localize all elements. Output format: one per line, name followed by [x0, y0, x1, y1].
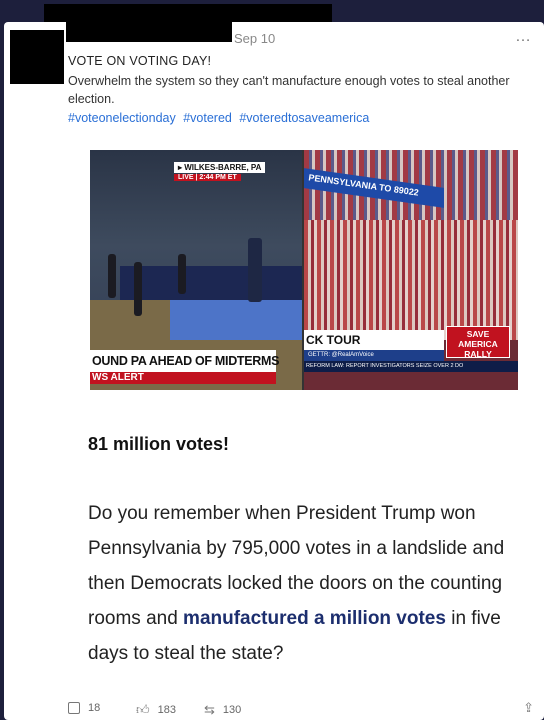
quote-highlight: manufactured a million votes [183, 608, 446, 629]
chyron-left: OUND PA AHEAD OF MIDTERMS [90, 350, 279, 372]
redaction-bar [44, 4, 332, 24]
post-card: Sep 10 … VOTE ON VOTING DAY! Overwhelm t… [4, 22, 544, 720]
hashtags: #voteonelectionday #votered #voteredtosa… [68, 111, 373, 125]
quote-text: Do you remember when President Trump won… [88, 496, 528, 671]
rally-logo-line: AMERICA [458, 339, 498, 349]
post-title: VOTE ON VOTING DAY! [68, 54, 212, 68]
speaker-figure [248, 238, 262, 302]
news-ticker: REFORM LAW: REPORT INVESTIGATORS SEIZE O… [304, 361, 518, 372]
news-screenshot-image[interactable]: ▸ WILKES-BARRE, PA LIVE | 2:44 PM ET PEN… [90, 150, 518, 390]
comment-icon [68, 702, 80, 714]
thumbs-up-icon: 👍︎ [136, 702, 150, 717]
vote-count-heading: 81 million votes! [88, 434, 230, 454]
comment-count: 18 [88, 702, 101, 714]
avatar[interactable] [10, 30, 64, 84]
post-date[interactable]: Sep 10 [234, 31, 275, 46]
alert-left: WS ALERT [90, 372, 276, 384]
comment-button[interactable]: 18 [68, 702, 100, 714]
like-button[interactable]: 👍︎ 183 [136, 702, 176, 718]
repost-icon: ⇆ [204, 702, 215, 717]
rally-logo: SAVE AMERICA RALLY [446, 326, 510, 359]
chyron-right: CK TOUR [304, 330, 444, 350]
repost-button[interactable]: ⇆ 130 [204, 702, 241, 718]
post-body: Overwhelm the system so they can't manuf… [68, 74, 510, 106]
gettr-line: GETTR: @RealAmVoice [304, 350, 444, 361]
live-tag: LIVE | 2:44 PM ET [174, 174, 241, 181]
share-icon[interactable]: ⇪ [523, 700, 534, 716]
hashtag-link[interactable]: #voteredtosaveamerica [239, 111, 369, 125]
person-figure [178, 254, 186, 294]
hashtag-link[interactable]: #votered [183, 111, 232, 125]
stage [170, 300, 302, 340]
rally-logo-line: RALLY [464, 349, 492, 359]
barrier [120, 266, 302, 300]
rally-logo-line: SAVE [466, 329, 490, 339]
like-count: 183 [157, 704, 176, 716]
more-options-icon[interactable]: … [515, 28, 532, 46]
crowd [304, 220, 518, 340]
action-bar: 18 👍︎ 183 ⇆ 130 ⇪ [4, 692, 544, 720]
repost-count: 130 [222, 704, 242, 716]
hashtag-link[interactable]: #voteonelectionday [68, 111, 176, 125]
person-figure [134, 262, 142, 316]
person-figure [108, 254, 116, 298]
location-tag: ▸ WILKES-BARRE, PA [174, 162, 266, 173]
username-redaction [66, 22, 232, 42]
